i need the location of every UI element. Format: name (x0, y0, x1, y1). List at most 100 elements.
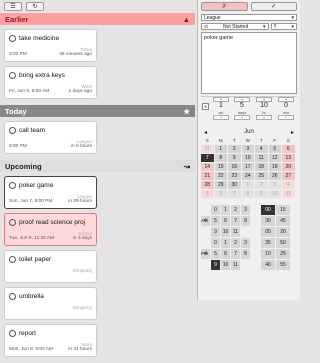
calendar-day[interactable]: 7 (228, 190, 241, 198)
hour-cell[interactable]: 11 (231, 260, 240, 270)
task-card[interactable]: bring extra keys Work Fri, Jun 5, 9:00 AM 2… (4, 66, 97, 99)
calendar-day[interactable]: 3 (241, 145, 254, 153)
minute-cell[interactable]: 00 (261, 205, 275, 215)
checkbox-icon[interactable] (9, 256, 16, 263)
checkbox-icon[interactable] (9, 35, 16, 42)
hour-cell[interactable]: 3 (241, 205, 250, 215)
decrement-button[interactable]: − (234, 115, 250, 120)
calendar-day[interactable]: 23 (228, 172, 241, 180)
hour-cell[interactable]: 5 (211, 216, 220, 226)
calendar-day[interactable]: 10 (241, 154, 254, 162)
calendar-day[interactable]: 10 (268, 190, 281, 198)
decrement-button[interactable]: − (213, 115, 229, 120)
minute-cell[interactable]: 15 (276, 205, 290, 215)
calendar-day[interactable]: 4 (282, 181, 295, 189)
calendar-day[interactable]: 28 (201, 181, 214, 189)
prev-month-icon[interactable]: ◂ (204, 129, 207, 136)
calendar-day[interactable]: 12 (268, 154, 281, 162)
checkbox-icon[interactable] (9, 219, 16, 226)
minute-cell[interactable]: 40 (261, 260, 275, 270)
calendar-day[interactable]: 5 (201, 190, 214, 198)
calendar-day[interactable]: 2 (255, 181, 268, 189)
clear-duration-button[interactable]: ✕ (202, 103, 209, 110)
calendar-day[interactable]: 31 (201, 145, 214, 153)
checkbox-icon[interactable] (9, 72, 16, 79)
minute-cell[interactable]: 55 (276, 260, 290, 270)
calendar-day[interactable]: 1 (214, 145, 227, 153)
task-card[interactable]: proof read science proj School Tue, Jun 9,… (4, 213, 97, 246)
calendar-day[interactable]: 24 (241, 172, 254, 180)
notes-textarea[interactable]: poker game (201, 32, 297, 94)
hour-cell[interactable]: 5 (211, 249, 220, 259)
checkbox-icon[interactable] (9, 293, 16, 300)
task-card[interactable]: toilet paper Shopping (4, 250, 97, 283)
calendar-day[interactable]: 14 (201, 163, 214, 171)
hour-cell[interactable]: 1 (221, 238, 230, 248)
calendar-day[interactable]: 4 (255, 145, 268, 153)
hour-cell[interactable]: 10 (221, 227, 230, 237)
minute-cell[interactable]: 45 (276, 216, 290, 226)
hour-cell[interactable]: 2 (231, 238, 240, 248)
list-button[interactable]: ☰ (4, 2, 22, 11)
calendar-day[interactable]: 16 (228, 163, 241, 171)
calendar-day[interactable]: 8 (241, 190, 254, 198)
calendar-day[interactable]: 27 (282, 172, 295, 180)
calendar-day[interactable]: 26 (268, 172, 281, 180)
calendar-day[interactable]: 22 (214, 172, 227, 180)
calendar-day[interactable]: 20 (282, 163, 295, 171)
calendar-day[interactable]: 3 (268, 181, 281, 189)
calendar-day[interactable]: 1 (241, 181, 254, 189)
decrement-button[interactable]: − (278, 115, 294, 120)
hour-cell[interactable]: 9 (211, 260, 220, 270)
hour-cell[interactable]: 10 (221, 260, 230, 270)
checkbox-icon[interactable] (9, 330, 16, 337)
calendar-day[interactable]: 5 (268, 145, 281, 153)
calendar-day[interactable]: 6 (214, 190, 227, 198)
section-earlier-header[interactable]: Earlier ▲ (0, 13, 195, 25)
section-today-header[interactable]: Today ★ (0, 105, 195, 117)
minute-cell[interactable]: 20 (276, 227, 290, 237)
hour-cell[interactable]: 0 (211, 238, 220, 248)
hour-cell[interactable]: 6 (221, 216, 230, 226)
calendar-day[interactable]: 9 (255, 190, 268, 198)
cancel-button[interactable]: ✗ (201, 2, 248, 11)
hour-cell[interactable]: 2 (231, 205, 240, 215)
minute-cell[interactable]: 05 (261, 227, 275, 237)
minute-cell[interactable]: 35 (261, 238, 275, 248)
calendar-day[interactable]: 13 (282, 154, 295, 162)
task-card[interactable]: report Work Mon, Jun 8, 9:00 AM in 41 hours (4, 324, 97, 357)
minute-cell[interactable]: 10 (261, 249, 275, 259)
calendar-day[interactable]: 2 (228, 145, 241, 153)
next-month-icon[interactable]: ▸ (291, 129, 294, 136)
calendar-day[interactable]: 7 (201, 154, 214, 162)
hour-cell[interactable]: 0 (211, 205, 220, 215)
checkbox-icon[interactable] (9, 182, 16, 189)
hour-cell[interactable]: 6 (221, 249, 230, 259)
minute-cell[interactable]: 30 (261, 216, 275, 226)
hour-cell[interactable]: 7 (231, 249, 240, 259)
hour-cell[interactable]: 9 (211, 227, 220, 237)
task-card[interactable]: call team League 9:00 PM in 5 hours (4, 121, 97, 154)
hour-cell[interactable]: 8 (241, 216, 250, 226)
hour-cell[interactable]: 8 (241, 249, 250, 259)
hour-cell[interactable]: 11 (231, 227, 240, 237)
checkbox-icon[interactable] (9, 127, 16, 134)
calendar-day[interactable]: 21 (201, 172, 214, 180)
decrement-button[interactable]: − (256, 115, 272, 120)
calendar-day[interactable]: 11 (282, 190, 295, 198)
calendar-day[interactable]: 30 (228, 181, 241, 189)
calendar-day[interactable]: 6 (282, 145, 295, 153)
calendar-day[interactable]: 17 (241, 163, 254, 171)
calendar-day[interactable]: 25 (255, 172, 268, 180)
calendar-day[interactable]: 29 (214, 181, 227, 189)
task-card[interactable]: take medicine Tasks 3:02 PM 46 minutes ago (4, 29, 97, 62)
calendar-day[interactable]: 19 (268, 163, 281, 171)
save-button[interactable]: ✓ (250, 2, 297, 11)
section-upcoming-header[interactable]: Upcoming ↝ (0, 160, 195, 172)
task-card[interactable]: poker game League Sun, Jun 7, 9:00 PM in 29… (4, 176, 97, 209)
calendar-day[interactable]: 9 (228, 154, 241, 162)
status-select[interactable]: ⊙ Not Started ▾ (201, 23, 269, 30)
hour-cell[interactable]: 7 (231, 216, 240, 226)
task-card[interactable]: umbrella Shopping (4, 287, 97, 320)
hour-cell[interactable]: 3 (241, 238, 250, 248)
